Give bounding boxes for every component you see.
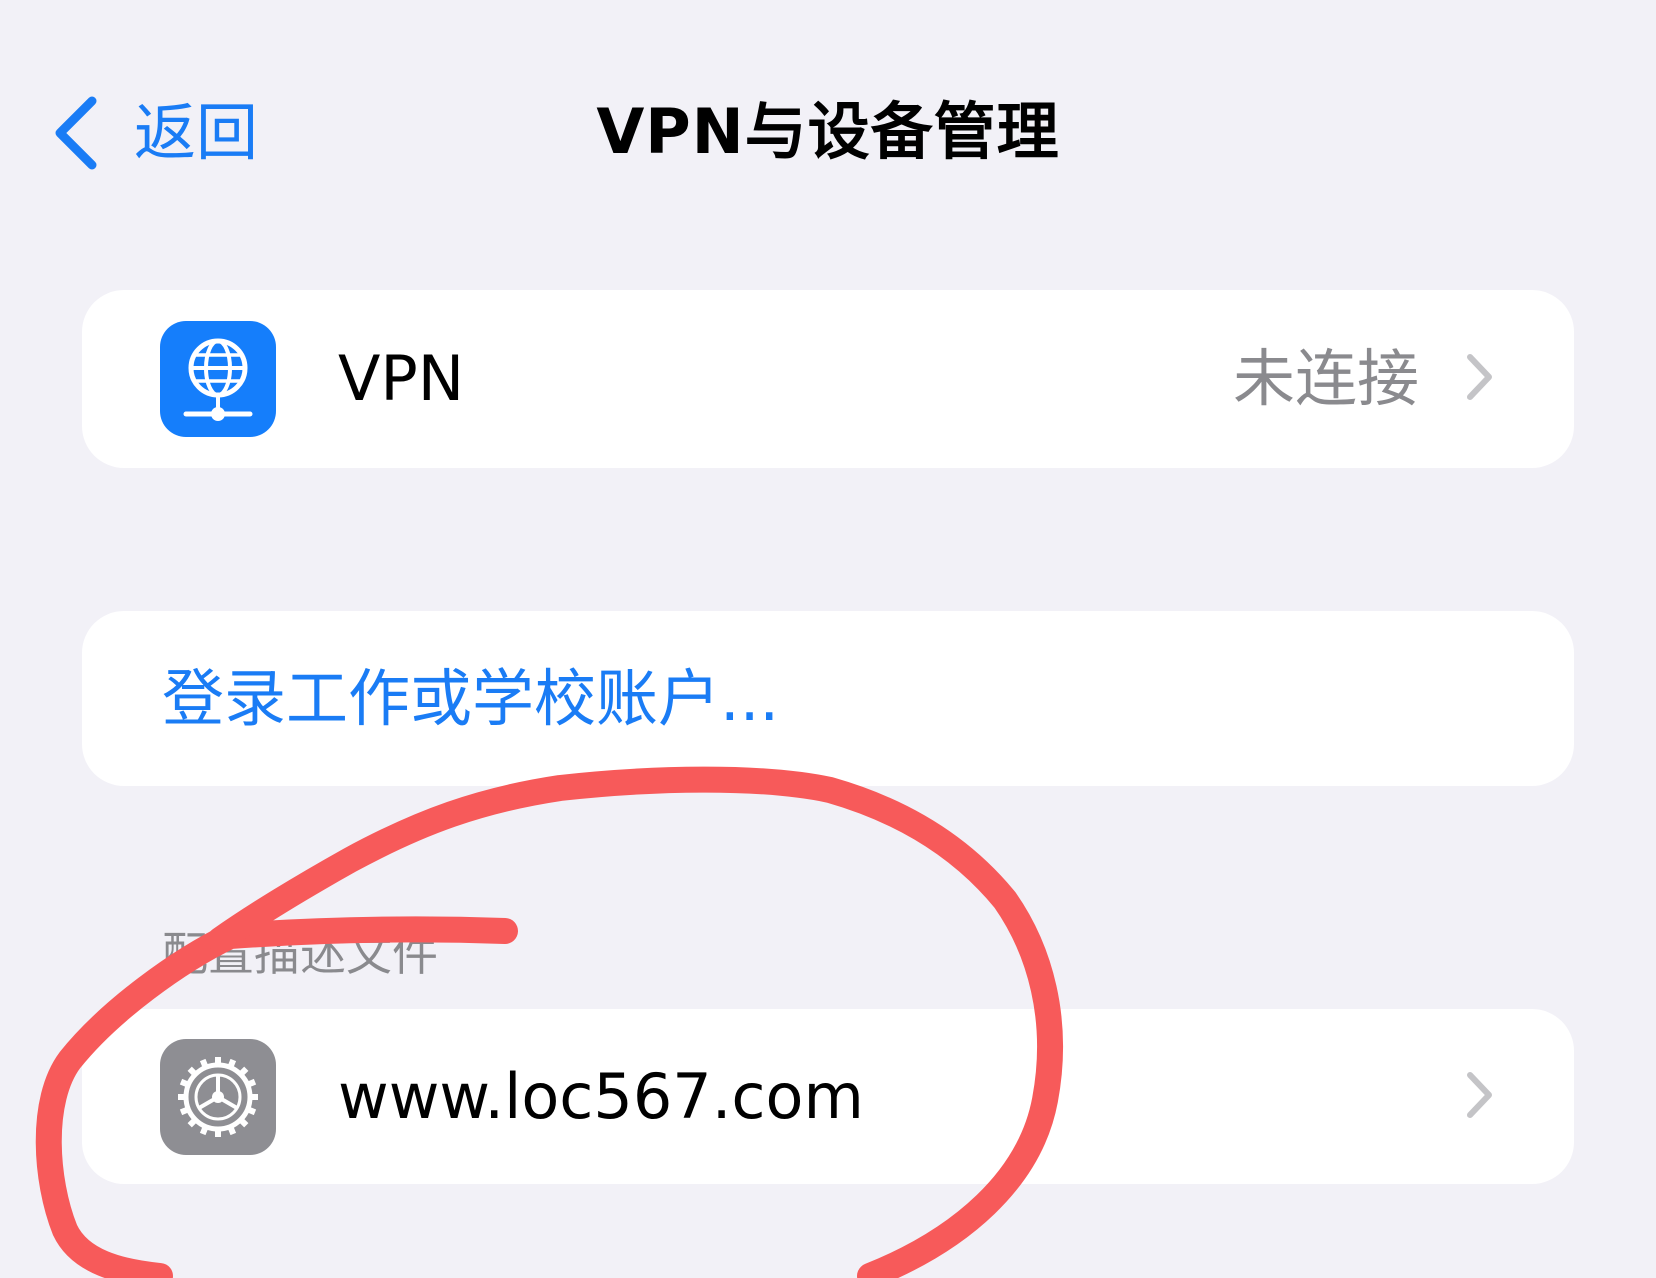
page-title: VPN与设备管理 bbox=[596, 95, 1060, 168]
vpn-row[interactable]: VPN 未连接 bbox=[82, 290, 1574, 468]
chevron-right-icon bbox=[1464, 1071, 1494, 1123]
vpn-label: VPN bbox=[338, 342, 465, 415]
chevron-right-icon bbox=[1464, 353, 1494, 405]
section-header-profiles: 配置描述文件 bbox=[162, 927, 438, 981]
vpn-status: 未连接 bbox=[1232, 342, 1419, 415]
profile-label: www.loc567.com bbox=[338, 1059, 864, 1133]
login-card: 登录工作或学校账户... bbox=[82, 611, 1574, 786]
vpn-globe-icon bbox=[160, 321, 276, 437]
vpn-card: VPN 未连接 bbox=[82, 290, 1574, 468]
settings-gear-icon bbox=[160, 1038, 276, 1155]
login-work-school-account-button[interactable]: 登录工作或学校账户... bbox=[82, 611, 1574, 786]
profiles-card: www.loc567.com bbox=[82, 1009, 1574, 1184]
profile-row[interactable]: www.loc567.com bbox=[82, 1009, 1574, 1184]
login-label: 登录工作或学校账户... bbox=[162, 661, 780, 735]
